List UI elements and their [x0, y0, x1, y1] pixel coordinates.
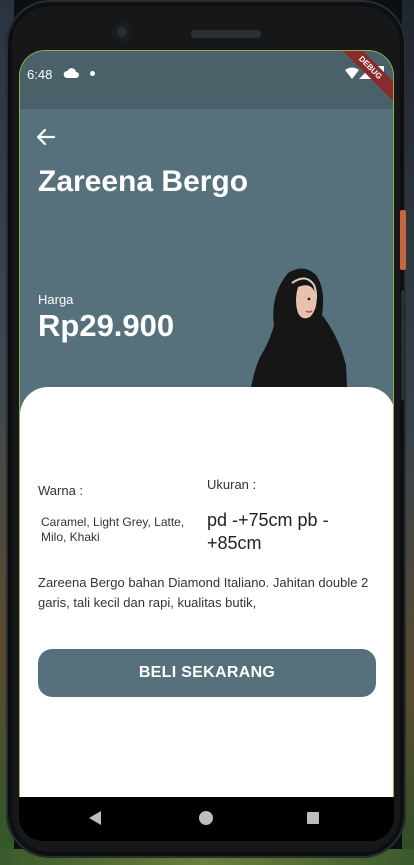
app-screen: 6:48 DEBUG Zareena Bergo Harga Rp29.900 …: [19, 50, 394, 797]
product-description: Zareena Bergo bahan Diamond Italiano. Ja…: [38, 575, 369, 610]
size-value: pd -+75cm pb -+85cm: [207, 510, 329, 553]
color-options-text: Caramel, Light Grey, Latte, Milo, Khaki: [41, 515, 185, 544]
recent-square-icon[interactable]: [307, 812, 319, 824]
cloud-icon: [63, 68, 79, 78]
product-title: Zareena Bergo: [38, 165, 249, 198]
system-nav-bar: [19, 797, 394, 841]
back-triangle-icon[interactable]: [89, 811, 101, 825]
status-bar: 6:48 DEBUG: [20, 51, 393, 109]
arrow-left-icon[interactable]: [36, 127, 56, 147]
home-circle-icon[interactable]: [199, 811, 213, 825]
wifi-icon: [345, 67, 359, 79]
dot-icon: [90, 71, 95, 76]
volume-button: [401, 290, 406, 400]
earpiece-speaker: [191, 30, 261, 38]
front-camera: [112, 22, 132, 42]
size-label: Ukuran :: [207, 477, 257, 492]
product-image: [248, 268, 348, 407]
price-value: Rp29.900: [38, 308, 175, 343]
detail-card: Warna : Caramel, Light Grey, Latte, Milo…: [20, 387, 393, 797]
price-label: Harga: [38, 292, 74, 307]
buy-now-button[interactable]: BELI SEKARANG: [38, 649, 376, 697]
color-label: Warna :: [38, 483, 84, 498]
power-button: [400, 210, 406, 270]
status-time: 6:48: [27, 67, 53, 82]
